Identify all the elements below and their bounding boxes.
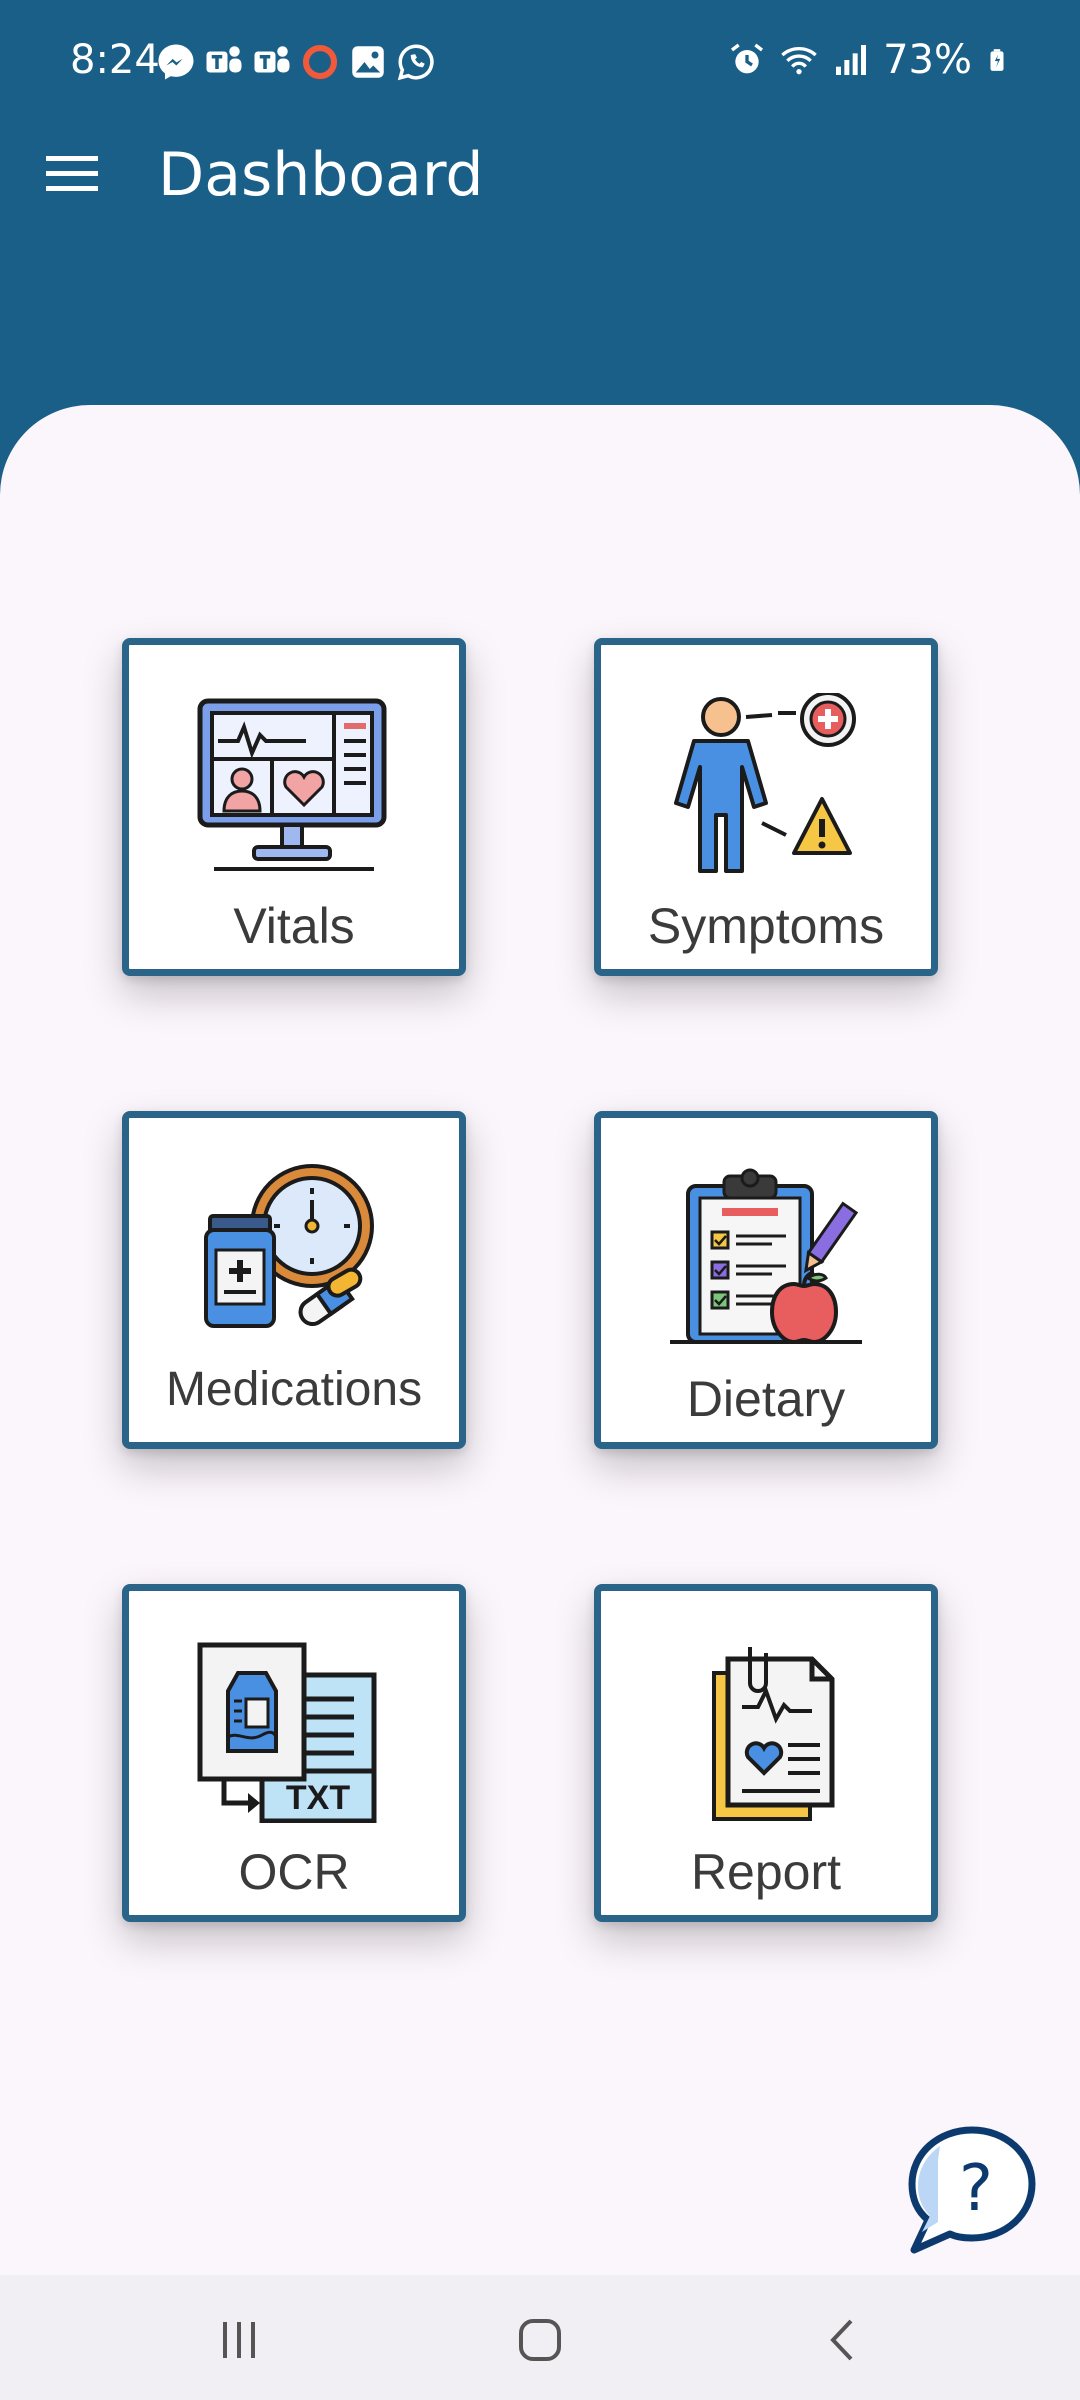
status-bar: 8:24 73% [0, 0, 1080, 120]
battery-percentage: 73% [883, 37, 972, 83]
home-icon [519, 2319, 561, 2361]
report-label: Report [690, 1844, 842, 1900]
hamburger-menu-icon [46, 156, 98, 191]
symptoms-person-icon [674, 693, 856, 873]
battery-icon [990, 49, 1004, 71]
notification-icons [155, 40, 437, 84]
diet-clipboard-icon [670, 1168, 862, 1345]
circle-app-icon [302, 44, 338, 80]
page-title: Dashboard [158, 140, 484, 210]
content-sheet: Vitals Symptoms Medications Dietary TXT … [0, 405, 1080, 2275]
help-chat-icon: ? [908, 2126, 1036, 2254]
home-button[interactable] [505, 2305, 575, 2375]
health-report-icon [712, 1647, 835, 1821]
navigation-bar [0, 2275, 1080, 2400]
messenger-icon [158, 44, 194, 80]
status-right: 73% [727, 34, 1010, 86]
app-bar: Dashboard [0, 120, 1080, 230]
teams-icon [206, 46, 242, 73]
symptoms-label: Symptoms [647, 898, 885, 954]
recent-apps-button[interactable] [204, 2305, 274, 2375]
teams-icon [254, 46, 290, 73]
svg-text:TXT: TXT [286, 1779, 350, 1817]
medications-label: Medications [165, 1363, 423, 1416]
dietary-card[interactable]: Dietary [594, 1111, 938, 1449]
vitals-monitor-icon [197, 698, 387, 871]
whatsapp-icon [397, 44, 434, 81]
help-glyph: ? [959, 2152, 993, 2226]
medications-card[interactable]: Medications [122, 1111, 466, 1449]
ocr-document-icon: TXT [197, 1642, 377, 1823]
ocr-label: OCR [238, 1844, 350, 1900]
recent-apps-icon [223, 2322, 255, 2358]
help-button[interactable]: ? [900, 2120, 1040, 2260]
alarm-icon [731, 43, 764, 74]
vitals-label: Vitals [233, 898, 355, 954]
report-card[interactable]: Report [594, 1584, 938, 1922]
symptoms-card[interactable]: Symptoms [594, 638, 938, 976]
vitals-card[interactable]: Vitals [122, 638, 466, 976]
gallery-icon [352, 46, 384, 78]
wifi-icon [781, 47, 817, 75]
medication-clock-icon [204, 1164, 374, 1328]
back-button[interactable] [808, 2305, 878, 2375]
status-time: 8:24 [70, 37, 160, 83]
back-icon [830, 2319, 853, 2361]
dietary-label: Dietary [686, 1371, 846, 1427]
menu-button[interactable] [36, 138, 108, 210]
signal-icon [836, 45, 867, 75]
ocr-card[interactable]: TXT OCR [122, 1584, 466, 1922]
